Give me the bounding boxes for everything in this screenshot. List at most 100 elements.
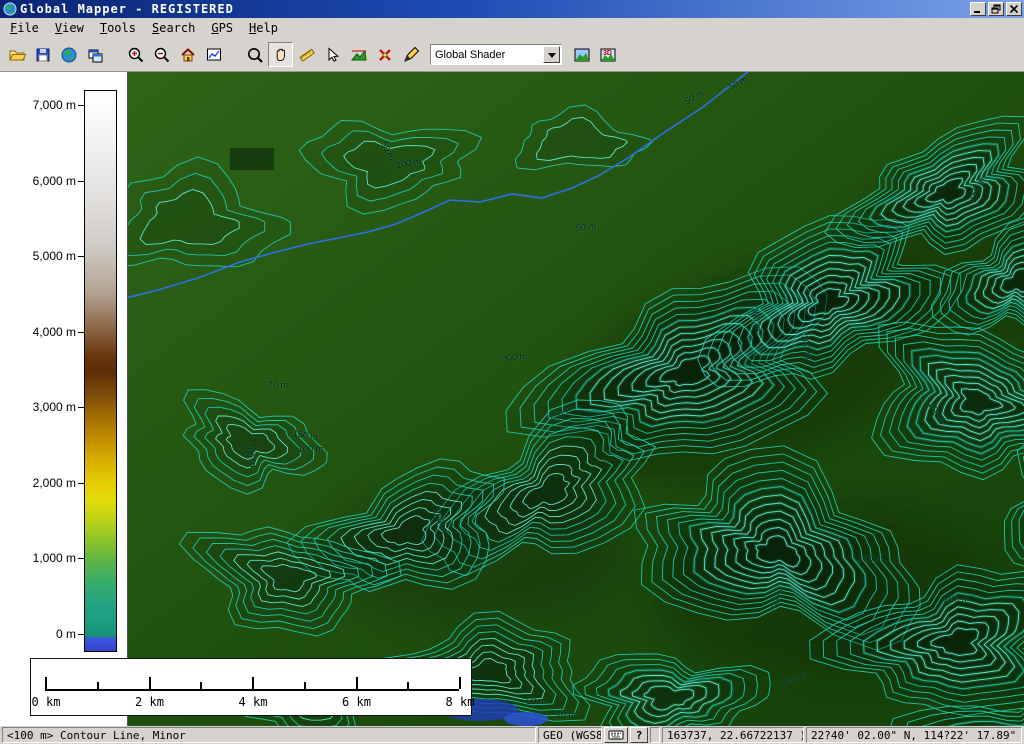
- zoom-out-button[interactable]: [149, 42, 174, 67]
- terrain-map: [128, 72, 1024, 726]
- global-mapper-window: Global Mapper - REGISTERED FileViewTools…: [0, 0, 1024, 744]
- coordinate-entry-button[interactable]: [604, 727, 628, 743]
- status-geo-coordinates: 22?40' 02.00" N, 114?22' 17.89" E: [806, 727, 1022, 743]
- open-folder-icon: [8, 46, 26, 64]
- window-title: Global Mapper - REGISTERED: [20, 2, 968, 16]
- legend-tick: [78, 407, 84, 408]
- chart-icon: [205, 46, 223, 64]
- scale-tick: [459, 677, 461, 689]
- scale-bar: 0 km 2 km 4 km 6 km 8 km: [30, 658, 472, 716]
- layers-icon: [86, 46, 104, 64]
- scale-label: 4 km: [239, 695, 268, 709]
- legend-tick: [78, 483, 84, 484]
- help-button[interactable]: ?: [630, 727, 648, 743]
- map-view[interactable]: 50 m50 m100 m50 m50 m70 m150 m100 m100 m…: [128, 72, 1024, 726]
- overlay-control-center-button[interactable]: [82, 42, 107, 67]
- chevron-down-icon: [543, 46, 560, 63]
- full-view-button[interactable]: [175, 42, 200, 67]
- scale-tick: [200, 682, 202, 689]
- shader-dropdown[interactable]: Global Shader: [430, 44, 562, 65]
- scale-tick: [252, 677, 254, 689]
- cut-tool-button[interactable]: [372, 42, 397, 67]
- svg-text:3D: 3D: [603, 50, 612, 57]
- status-bar: <100 m> Contour Line, Minor GEO (WGS8 ? …: [0, 726, 1024, 744]
- zoom-out-icon: [153, 46, 171, 64]
- menu-item-search[interactable]: Search: [144, 19, 203, 37]
- path-profile-button[interactable]: [346, 42, 371, 67]
- elevation-label: 0 m: [0, 627, 76, 641]
- home-icon: [179, 46, 197, 64]
- hand-icon: [272, 46, 290, 64]
- elevation-gradient-bar: [84, 90, 117, 652]
- measure-tool-button[interactable]: [294, 42, 319, 67]
- open-button[interactable]: [4, 42, 29, 67]
- legend-tick: [78, 634, 84, 635]
- scale-label: 8 km: [446, 695, 475, 709]
- legend-tick: [78, 181, 84, 182]
- menu-item-view[interactable]: View: [47, 19, 92, 37]
- scale-tick: [356, 677, 358, 689]
- cut-icon: [376, 46, 394, 64]
- save-button[interactable]: [30, 42, 55, 67]
- scale-tick: [304, 682, 306, 689]
- scale-tick: [45, 677, 47, 689]
- pan-tool-button[interactable]: [268, 42, 293, 67]
- menu-item-help[interactable]: Help: [241, 19, 286, 37]
- floppy-icon: [34, 46, 52, 64]
- 3d-view-button[interactable]: 3D: [595, 42, 620, 67]
- scale-label: 6 km: [342, 695, 371, 709]
- menu-item-tools[interactable]: Tools: [92, 19, 144, 37]
- legend-tick: [78, 558, 84, 559]
- online-data-button[interactable]: [56, 42, 81, 67]
- menu-bar: FileViewToolsSearchGPSHelp: [0, 18, 1024, 38]
- legend-tick: [78, 332, 84, 333]
- minimize-button[interactable]: [970, 2, 986, 16]
- menu-item-gps[interactable]: GPS: [203, 19, 241, 37]
- restore-button[interactable]: [988, 2, 1004, 16]
- elevation-label: 1,000 m: [0, 551, 76, 565]
- menu-item-file[interactable]: File: [2, 19, 47, 37]
- elevation-legend: 7,000 m 6,000 m 5,000 m 4,000 m 3,000 m 2,000…: [0, 72, 128, 726]
- cursor-icon: [324, 46, 342, 64]
- globe-icon: [60, 46, 78, 64]
- scale-tick: [97, 682, 99, 689]
- toolbar: Global Shader 3D: [0, 38, 1024, 72]
- scale-label: 2 km: [135, 695, 164, 709]
- legend-tick: [78, 105, 84, 106]
- elevation-label: 6,000 m: [0, 174, 76, 188]
- elevation-label: 3,000 m: [0, 400, 76, 414]
- elevation-label: 2,000 m: [0, 476, 76, 490]
- ruler-icon: [298, 46, 316, 64]
- zoom-tool-button[interactable]: [242, 42, 267, 67]
- elevation-label: 4,000 m: [0, 325, 76, 339]
- magnifier-icon: [246, 46, 264, 64]
- scale-tick: [407, 682, 409, 689]
- globe-icon: [3, 2, 17, 16]
- elevation-label: 7,000 m: [0, 98, 76, 112]
- elevation-label: 5,000 m: [0, 249, 76, 263]
- close-button[interactable]: [1006, 2, 1022, 16]
- zoom-to-scale-button[interactable]: [201, 42, 226, 67]
- main-area: 7,000 m 6,000 m 5,000 m 4,000 m 3,000 m 2,000…: [0, 72, 1024, 726]
- terrain-view-button[interactable]: [569, 42, 594, 67]
- pen-icon: [402, 46, 420, 64]
- minimize-icon: [972, 3, 984, 15]
- restore-icon: [990, 3, 1002, 15]
- title-bar: Global Mapper - REGISTERED: [0, 0, 1024, 18]
- zoom-in-icon: [127, 46, 145, 64]
- keyboard-icon: [608, 729, 624, 741]
- close-icon: [1008, 3, 1020, 15]
- scale-bar-line: [45, 689, 459, 691]
- status-projection: GEO (WGS8: [538, 727, 602, 743]
- scale-label: 0 km: [32, 695, 61, 709]
- select-tool-button[interactable]: [320, 42, 345, 67]
- scale-tick: [149, 677, 151, 689]
- 3d-view-icon: 3D: [599, 46, 617, 64]
- legend-tick: [78, 256, 84, 257]
- status-feature-info: <100 m> Contour Line, Minor: [2, 727, 536, 743]
- terrain-icon: [573, 46, 591, 64]
- digitizer-tool-button[interactable]: [398, 42, 423, 67]
- status-map-coordinates: 163737, 22.66722137 ): [662, 727, 804, 743]
- zoom-in-button[interactable]: [123, 42, 148, 67]
- shader-dropdown-value: Global Shader: [431, 49, 543, 61]
